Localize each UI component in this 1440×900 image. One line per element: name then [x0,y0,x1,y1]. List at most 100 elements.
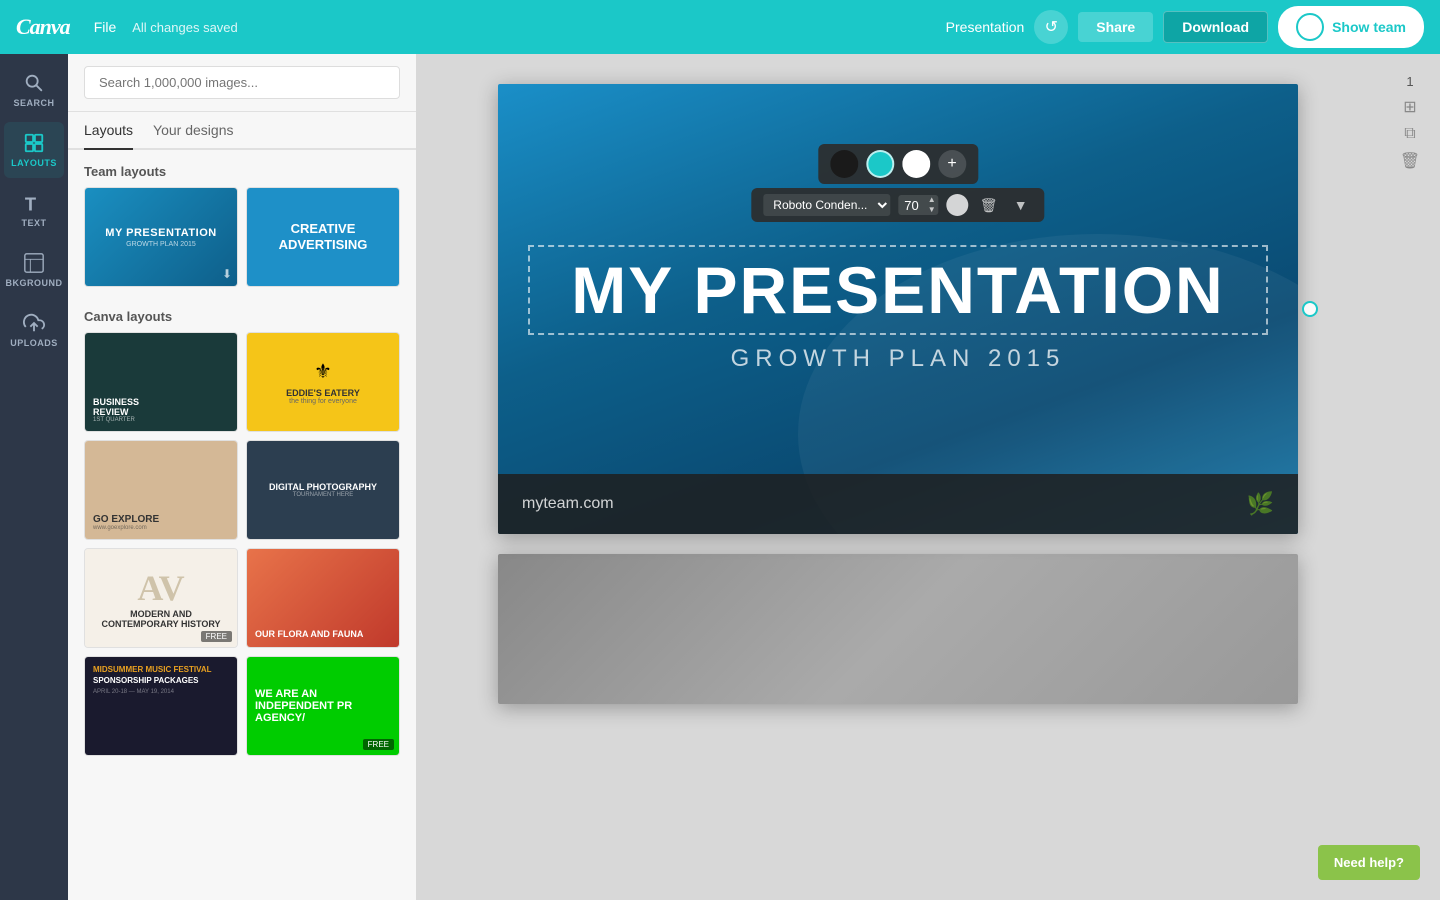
main-canvas-area: + Roboto Conden... 70 ▲ ▼ [416,54,1440,900]
sidebar-item-text[interactable]: T TEXT [4,182,64,238]
thumb-modern-history[interactable]: AV MODERN AND CONTEMPORARY HISTORY FREE [84,548,238,648]
right-panel: 1 ⊞ ⧉ 🗑 [1380,54,1440,900]
thumb-eddies-eatery[interactable]: ⚜ EDDIE'S EATERY the thing for everyone [246,332,400,432]
leaf-icon: 🌿 [1247,491,1274,517]
grid-view-icon[interactable]: ⊞ [1403,97,1416,117]
duplicate-icon[interactable]: ⧉ [1404,125,1415,143]
thumb-my-pres-title: MY PRESENTATION [105,227,216,239]
tab-layouts[interactable]: Layouts [84,122,133,150]
presentation-label: Presentation [946,19,1025,35]
font-size-stepper: 70 ▲ ▼ [898,195,938,215]
bkground-label: BKGROUND [6,278,63,288]
color-swatch-teal[interactable] [866,150,894,178]
thumb-midsummer-title: SPONSORSHIP PACKAGES [93,676,199,685]
show-team-label: Show team [1332,19,1406,35]
thumb-midsummer-bg: MIDSUMMER MUSIC FESTIVAL SPONSORSHIP PAC… [85,657,237,755]
sidebar-item-uploads[interactable]: UPLOADS [4,302,64,358]
canva-layouts-title: Canva layouts [68,295,416,332]
panel-sidebar: Layouts Your designs Team layouts MY PRE… [68,54,416,900]
thumb-business-title: BUSINESSREVIEW [93,397,139,417]
help-button[interactable]: Need help? [1318,845,1420,880]
save-status: All changes saved [132,20,238,35]
text-label: TEXT [21,218,46,228]
thumb-independent-title: WE ARE AN INDEPENDENT PR AGENCY/ [255,688,391,724]
independent-free-badge: FREE [363,739,394,750]
search-section [68,54,416,112]
file-menu[interactable]: File [94,19,117,35]
thumb-history-title: MODERN AND CONTEMPORARY HISTORY [93,609,229,629]
thumb-my-pres-bg: MY PRESENTATION GROWTH PLAN 2015 [85,188,237,286]
color-add-button[interactable]: + [938,150,966,178]
thumb-my-presentation[interactable]: MY PRESENTATION GROWTH PLAN 2015 ⬇ [84,187,238,287]
delete-slide-icon[interactable]: 🗑 [1400,151,1420,171]
thumb-eatery-bg: ⚜ EDDIE'S EATERY the thing for everyone [247,333,399,431]
text-color-selector[interactable] [947,194,969,216]
canvas-viewport: + Roboto Conden... 70 ▲ ▼ [416,54,1380,900]
slide-resize-handle[interactable] [1302,301,1318,317]
thumb-go-explore[interactable]: GO EXPLORE www.goexplore.com [84,440,238,540]
slide-number: 1 [1406,74,1413,89]
slide-subtitle: GROWTH PLAN 2015 [731,345,1066,373]
more-options-button[interactable]: ▼ [1009,193,1033,217]
sidebar-item-background[interactable]: BKGROUND [4,242,64,298]
slide-1[interactable]: + Roboto Conden... 70 ▲ ▼ [498,84,1298,534]
thumb-independent-agency[interactable]: WE ARE AN INDEPENDENT PR AGENCY/ FREE [246,656,400,756]
sidebar-item-layouts[interactable]: LAYOUTS [4,122,64,178]
slide-footer: myteam.com 🌿 [498,474,1298,534]
share-button[interactable]: Share [1078,12,1153,42]
font-size-arrows: ▲ ▼ [925,195,939,215]
top-navigation: Canva File All changes saved Presentatio… [0,0,1440,54]
sidebar-item-search[interactable]: SEARCH [4,62,64,118]
midsummer-date: APRIL 20-18 — MAY 19, 2014 [93,689,174,695]
thumb-creative-title: CREATIVE ADVERTISING [255,221,391,252]
eatery-sub: the thing for everyone [289,398,357,405]
thumb-my-pres-sub: GROWTH PLAN 2015 [126,241,196,248]
team-avatar [1296,13,1324,41]
nav-right-actions: Presentation ↺ Share Download Show team [946,6,1424,48]
font-size-value: 70 [898,196,924,215]
canva-logo: Canva [16,14,70,40]
thumb-creative-advertising[interactable]: CREATIVE ADVERTISING [246,187,400,287]
delete-text-button[interactable]: 🗑 [977,193,1001,217]
color-toolbar-wrapper: + Roboto Conden... 70 ▲ ▼ [751,144,1044,222]
panel-tabs: Layouts Your designs [68,112,416,150]
thumb-explore-bg: GO EXPLORE www.goexplore.com [85,441,237,539]
thumb-explore-title: GO EXPLORE [93,514,159,525]
search-input[interactable] [84,66,400,99]
search-label: SEARCH [13,98,54,108]
thumb-flora-fauna[interactable]: OUR FLORA AND FAUNA [246,548,400,648]
thumb-download-icon: ⬇ [222,267,232,281]
slide-2[interactable] [498,554,1298,704]
thumb-creative-bg: CREATIVE ADVERTISING [247,188,399,286]
icon-sidebar: SEARCH LAYOUTS T TEXT BKGROUND UPLOADS [0,54,68,900]
color-swatch-white[interactable] [902,150,930,178]
thumb-business-review[interactable]: BUSINESSREVIEW 1ST QUARTER [84,332,238,432]
history-bg-text: AV [137,567,184,609]
thumb-business-bg: BUSINESSREVIEW 1ST QUARTER [85,333,237,431]
font-selector[interactable]: Roboto Conden... [763,194,890,216]
thumb-photo-title: DIGITAL PHOTOGRAPHY [269,482,377,492]
slide-1-container: + Roboto Conden... 70 ▲ ▼ [498,84,1298,534]
font-size-up[interactable]: ▲ [925,195,939,205]
team-layouts-grid: MY PRESENTATION GROWTH PLAN 2015 ⬇ CREAT… [68,187,416,295]
thumb-eatery-title: EDDIE'S EATERY [286,388,360,398]
font-size-down[interactable]: ▼ [925,205,939,215]
show-team-button[interactable]: Show team [1278,6,1424,48]
slide-title-box[interactable]: MY PRESENTATION [528,245,1268,335]
thumb-flora-bg: OUR FLORA AND FAUNA [247,549,399,647]
uploads-label: UPLOADS [10,338,58,348]
download-button[interactable]: Download [1163,11,1268,43]
history-free-badge: FREE [201,631,232,642]
thumb-midsummer[interactable]: MIDSUMMER MUSIC FESTIVAL SPONSORSHIP PAC… [84,656,238,756]
midsummer-main: MIDSUMMER MUSIC FESTIVAL [93,665,212,674]
color-swatch-black[interactable] [830,150,858,178]
svg-text:T: T [25,193,36,214]
thumb-photo-bg: DIGITAL PHOTOGRAPHY TOURNAMENT HERE [247,441,399,539]
thumb-digital-photography[interactable]: DIGITAL PHOTOGRAPHY TOURNAMENT HERE [246,440,400,540]
slide-title: MY PRESENTATION [550,257,1246,323]
undo-button[interactable]: ↺ [1034,10,1068,44]
tab-your-designs[interactable]: Your designs [153,122,233,148]
format-toolbar: Roboto Conden... 70 ▲ ▼ 🗑 ▼ [751,188,1044,222]
photo-sub: TOURNAMENT HERE [293,492,353,498]
explore-sub: www.goexplore.com [93,525,147,531]
